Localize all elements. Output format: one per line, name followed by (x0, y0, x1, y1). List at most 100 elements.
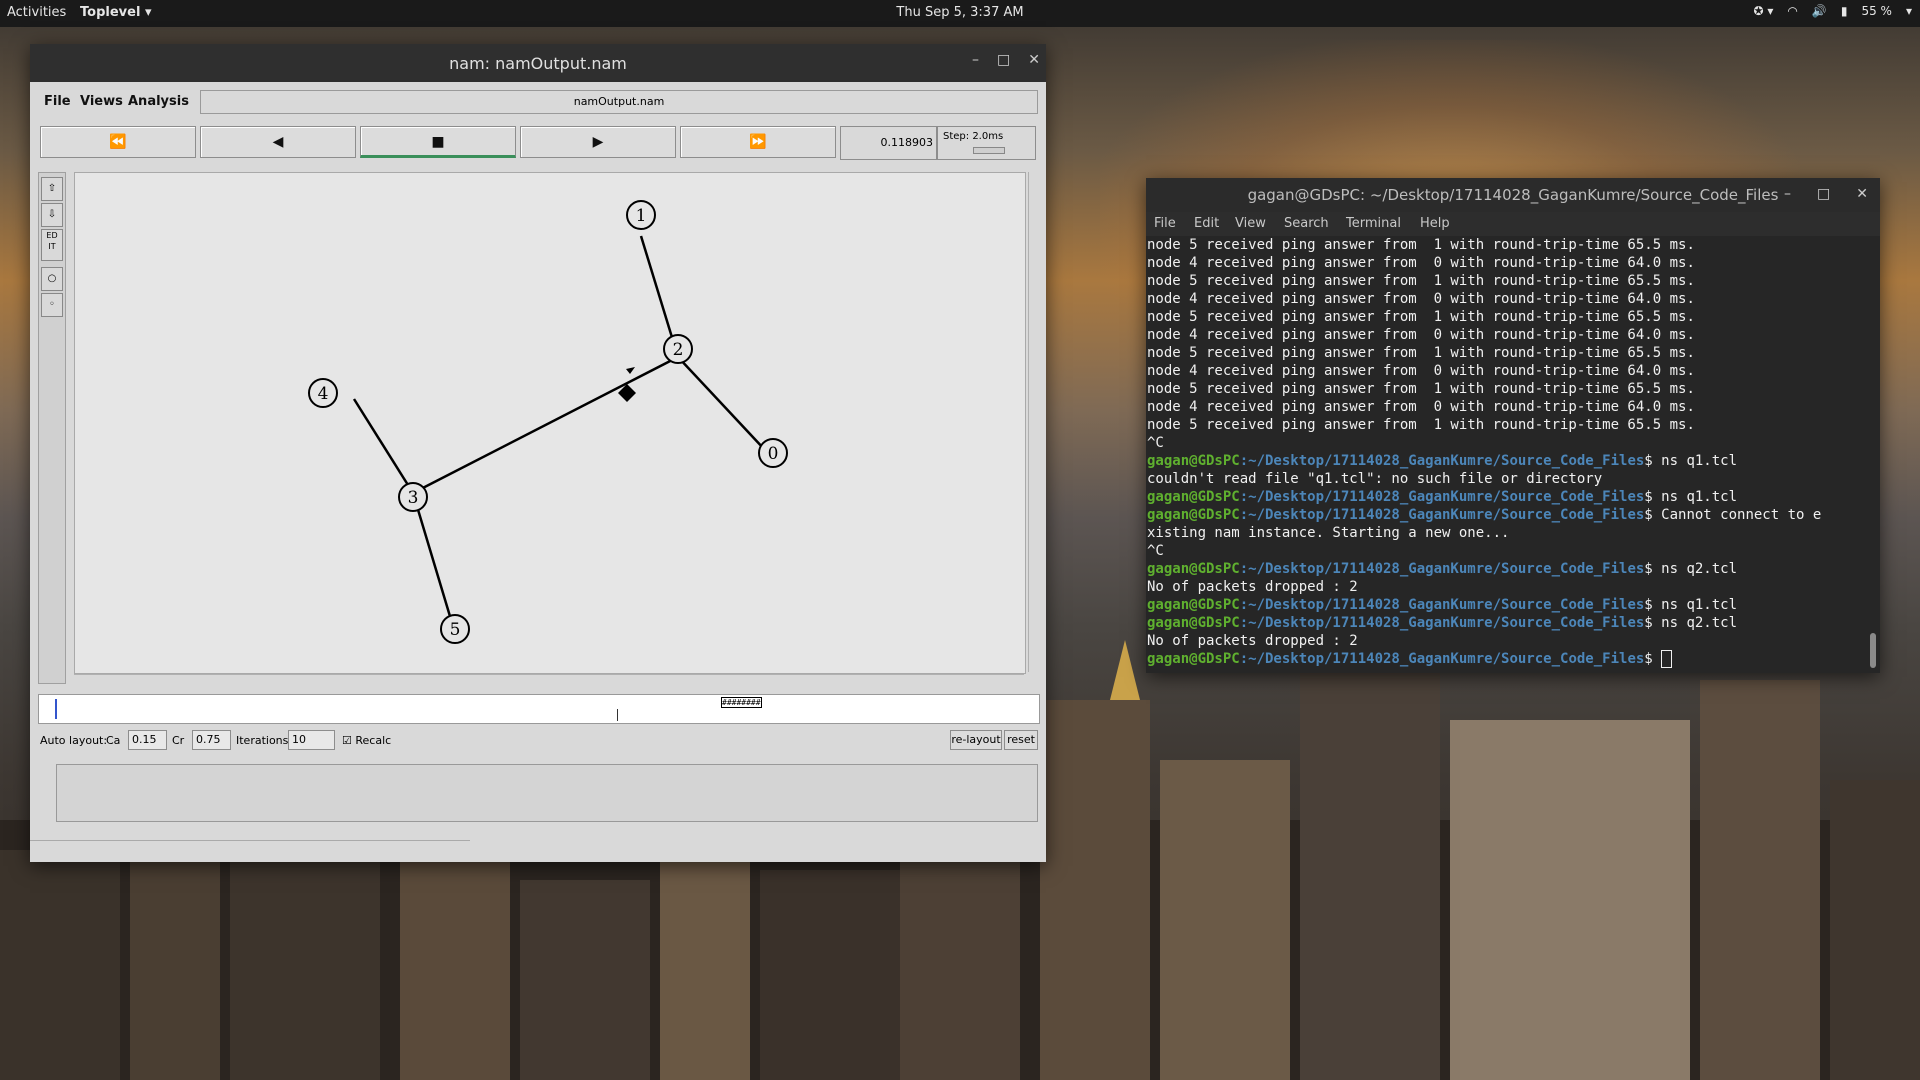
node-label: 5 (450, 620, 461, 640)
close-icon[interactable]: ✕ (1856, 186, 1868, 202)
terminal-line: node 4 received ping answer from 0 with … (1147, 399, 1695, 415)
terminal-menu-edit[interactable]: Edit (1194, 216, 1219, 231)
edit-toolbar: ⇧ ⇩ ED IT ○ ◦ (38, 172, 66, 684)
relayout-button[interactable]: re-layout (950, 730, 1002, 750)
volume-icon[interactable]: 🔊 (1812, 4, 1827, 18)
maximize-icon[interactable]: □ (1817, 186, 1830, 202)
circle-tool-icon[interactable]: ○ (41, 267, 63, 291)
terminal-scrollbar[interactable] (1870, 238, 1878, 668)
terminal-menu-view[interactable]: View (1235, 216, 1266, 231)
canvas-horizontal-scrollbar[interactable] (74, 674, 1024, 685)
prompt-user: gagan@GDsPC (1147, 561, 1240, 577)
iterations-input[interactable]: 10 (288, 730, 335, 750)
terminal-menu-file[interactable]: File (1154, 216, 1176, 231)
prompt-path: :~/Desktop/17114028_GaganKumre/Source_Co… (1239, 561, 1645, 577)
terminal-line: node 5 received ping answer from 1 with … (1147, 237, 1695, 253)
stop-button[interactable]: ■ (360, 126, 516, 158)
system-menu-chevron-icon[interactable]: ▾ (1906, 4, 1912, 18)
prompt-path: :~/Desktop/17114028_GaganKumre/Source_Co… (1239, 507, 1645, 523)
auto-layout-panel: Auto layout: Ca 0.15 Cr 0.75 Iterations … (38, 730, 1038, 752)
system-tray[interactable]: ✪ ▾ ◠ 🔊 ▮ 55 % ▾ (1754, 4, 1912, 18)
node-label: 1 (636, 206, 647, 226)
terminal-line: xisting nam instance. Starting a new one… (1147, 525, 1510, 541)
minimize-icon[interactable]: – (1784, 186, 1791, 202)
menu-analysis[interactable]: Analysis (128, 94, 189, 109)
timeline-cursor[interactable] (55, 699, 57, 719)
zoom-out-icon[interactable]: ⇩ (41, 203, 63, 227)
terminal-menu-terminal[interactable]: Terminal (1346, 216, 1401, 231)
battery-icon[interactable]: ▮ (1841, 4, 1848, 18)
timeline-marker: ######## (721, 697, 762, 708)
recalc-checkbox[interactable]: ☑ Recalc (342, 734, 391, 747)
accessibility-icon[interactable]: ✪ ▾ (1754, 4, 1774, 18)
terminal-line: No of packets dropped : 2 (1147, 633, 1358, 649)
nam-titlebar[interactable]: nam: namOutput.nam – □ ✕ (30, 44, 1046, 82)
canvas-vertical-scrollbar[interactable] (1028, 172, 1041, 672)
activities-button[interactable]: Activities (7, 5, 66, 20)
prompt-command: $ Cannot connect to e (1644, 507, 1822, 523)
node-label: 4 (318, 384, 329, 404)
prompt-path: :~/Desktop/17114028_GaganKumre/Source_Co… (1239, 651, 1645, 667)
nam-window-title: nam: namOutput.nam (449, 54, 627, 73)
ca-input[interactable]: 0.15 (128, 730, 167, 750)
reset-button[interactable]: reset (1004, 730, 1038, 750)
terminal-prompt-line: gagan@GDsPC:~/Desktop/17114028_GaganKumr… (1147, 452, 1737, 470)
rewind-icon: ⏪ (109, 134, 127, 150)
terminal-menu-search[interactable]: Search (1284, 216, 1329, 231)
cr-input[interactable]: 0.75 (192, 730, 231, 750)
topology-graph: 1 2 4 0 3 5 (308, 200, 788, 644)
wifi-icon[interactable]: ◠ (1787, 4, 1797, 18)
prompt-user: gagan@GDsPC (1147, 489, 1240, 505)
step-slider[interactable] (973, 147, 1005, 154)
terminal-output[interactable]: node 5 received ping answer from 1 with … (1146, 236, 1880, 673)
network-canvas[interactable]: 1 2 4 0 3 5 (74, 172, 1026, 674)
terminal-cursor (1661, 650, 1673, 668)
maximize-icon[interactable]: □ (997, 52, 1010, 68)
terminal-menubar: File Edit View Search Terminal Help (1146, 212, 1880, 236)
minimize-icon[interactable]: – (972, 52, 979, 68)
terminal-line: node 5 received ping answer from 1 with … (1147, 309, 1695, 325)
terminal-titlebar[interactable]: gagan@GDsPC: ~/Desktop/17114028_GaganKum… (1146, 178, 1880, 212)
link-4-3 (352, 398, 415, 494)
step-control[interactable]: Step: 2.0ms (936, 126, 1036, 160)
time-slider[interactable]: ######## (38, 694, 1040, 724)
fast-forward-button[interactable]: ⏩ (680, 126, 836, 158)
small-circle-tool-icon[interactable]: ◦ (41, 293, 63, 317)
recalc-label: Recalc (355, 734, 392, 747)
chevron-down-icon: ▾ (144, 5, 152, 20)
menu-views[interactable]: Views (80, 94, 123, 109)
link-2-0 (677, 356, 766, 451)
terminal-line: ^C (1147, 435, 1164, 451)
window-bottom-scrollbar[interactable] (30, 840, 470, 853)
top-panel: Activities Toplevel ▾ Thu Sep 5, 3:37 AM… (0, 0, 1920, 27)
nam-menubar: File Views Analysis namOutput.nam (38, 90, 1038, 114)
terminal-prompt-line: gagan@GDsPC:~/Desktop/17114028_GaganKumr… (1147, 614, 1737, 632)
zoom-in-icon[interactable]: ⇧ (41, 177, 63, 201)
terminal-prompt-line: gagan@GDsPC:~/Desktop/17114028_GaganKumr… (1147, 506, 1821, 524)
menu-file[interactable]: File (44, 94, 71, 109)
prompt-user: gagan@GDsPC (1147, 453, 1240, 469)
terminal-scrollbar-thumb[interactable] (1870, 633, 1876, 668)
edit-button[interactable]: ED IT (41, 229, 63, 261)
terminal-line: node 4 received ping answer from 0 with … (1147, 255, 1695, 271)
prompt-path: :~/Desktop/17114028_GaganKumre/Source_Co… (1239, 597, 1645, 613)
node-label: 2 (673, 340, 684, 360)
app-menu[interactable]: Toplevel ▾ (80, 5, 151, 20)
prompt-path: :~/Desktop/17114028_GaganKumre/Source_Co… (1239, 615, 1645, 631)
terminal-line: No of packets dropped : 2 (1147, 579, 1358, 595)
node-label: 0 (768, 444, 779, 464)
prompt-user: gagan@GDsPC (1147, 507, 1240, 523)
prompt-user: gagan@GDsPC (1147, 597, 1240, 613)
annotation-panel[interactable] (56, 764, 1038, 822)
node-label: 3 (408, 488, 419, 508)
terminal-prompt-line: gagan@GDsPC:~/Desktop/17114028_GaganKumr… (1147, 560, 1737, 578)
terminal-menu-help[interactable]: Help (1420, 216, 1450, 231)
rewind-button[interactable]: ⏪ (40, 126, 196, 158)
close-icon[interactable]: ✕ (1028, 52, 1040, 68)
step-label: Step: 2.0ms (943, 131, 1004, 142)
terminal-line: node 5 received ping answer from 1 with … (1147, 345, 1695, 361)
step-back-button[interactable]: ◀ (200, 126, 356, 158)
play-button[interactable]: ▶ (520, 126, 676, 158)
packet-arrow-icon (626, 367, 635, 374)
nam-window: nam: namOutput.nam – □ ✕ File Views Anal… (30, 44, 1046, 862)
